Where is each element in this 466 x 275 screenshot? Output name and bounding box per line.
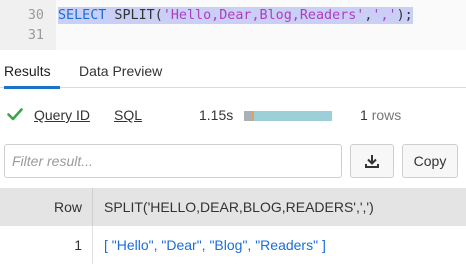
check-icon xyxy=(7,108,23,121)
filter-result-input[interactable] xyxy=(4,144,342,178)
sql-keyword: SELECT xyxy=(58,8,107,23)
row-count-unit: rows xyxy=(371,107,402,123)
results-tabs: Results Data Preview xyxy=(0,58,466,89)
sql-delimiter: ',' xyxy=(372,8,397,23)
row-count-value: 1 xyxy=(360,107,368,123)
results-table-header: Row SPLIT('HELLO,DEAR,BLOG,READERS',',') xyxy=(0,188,466,226)
tab-results[interactable]: Results xyxy=(4,63,51,79)
query-id-link[interactable]: Query ID xyxy=(34,107,90,123)
query-status-bar: Query ID SQL 1.15s 1 rows xyxy=(0,100,466,130)
sql-editor[interactable]: 30 SELECT SPLIT('Hello,Dear,Blog,Readers… xyxy=(0,0,466,50)
tab-data-preview[interactable]: Data Preview xyxy=(79,63,162,79)
code-text[interactable]: SELECT SPLIT('Hello,Dear,Blog,Readers','… xyxy=(58,6,413,26)
sql-link[interactable]: SQL xyxy=(114,107,142,123)
split-column-header[interactable]: SPLIT('HELLO,DEAR,BLOG,READERS',',') xyxy=(104,188,374,226)
row-count: 1 rows xyxy=(360,107,401,123)
row-column-header: Row xyxy=(0,188,93,226)
query-progress-bar xyxy=(244,111,332,121)
query-duration: 1.15s xyxy=(199,107,234,123)
table-row[interactable]: 1 [ "Hello", "Dear", "Blog", "Readers" ] xyxy=(0,226,466,264)
line-number: 31 xyxy=(27,28,44,43)
download-button[interactable] xyxy=(350,144,394,178)
sql-string: 'Hello,Dear,Blog,Readers' xyxy=(162,8,365,23)
line-number: 30 xyxy=(27,8,44,23)
progress-marker xyxy=(252,111,254,121)
active-tab-indicator xyxy=(4,86,60,89)
copy-button[interactable]: Copy xyxy=(402,144,458,178)
sql-function: SPLIT( xyxy=(106,8,163,23)
sql-end: ); xyxy=(396,8,413,23)
row-number: 1 xyxy=(0,226,93,264)
download-icon xyxy=(365,155,379,168)
row-value[interactable]: [ "Hello", "Dear", "Blog", "Readers" ] xyxy=(104,226,326,264)
